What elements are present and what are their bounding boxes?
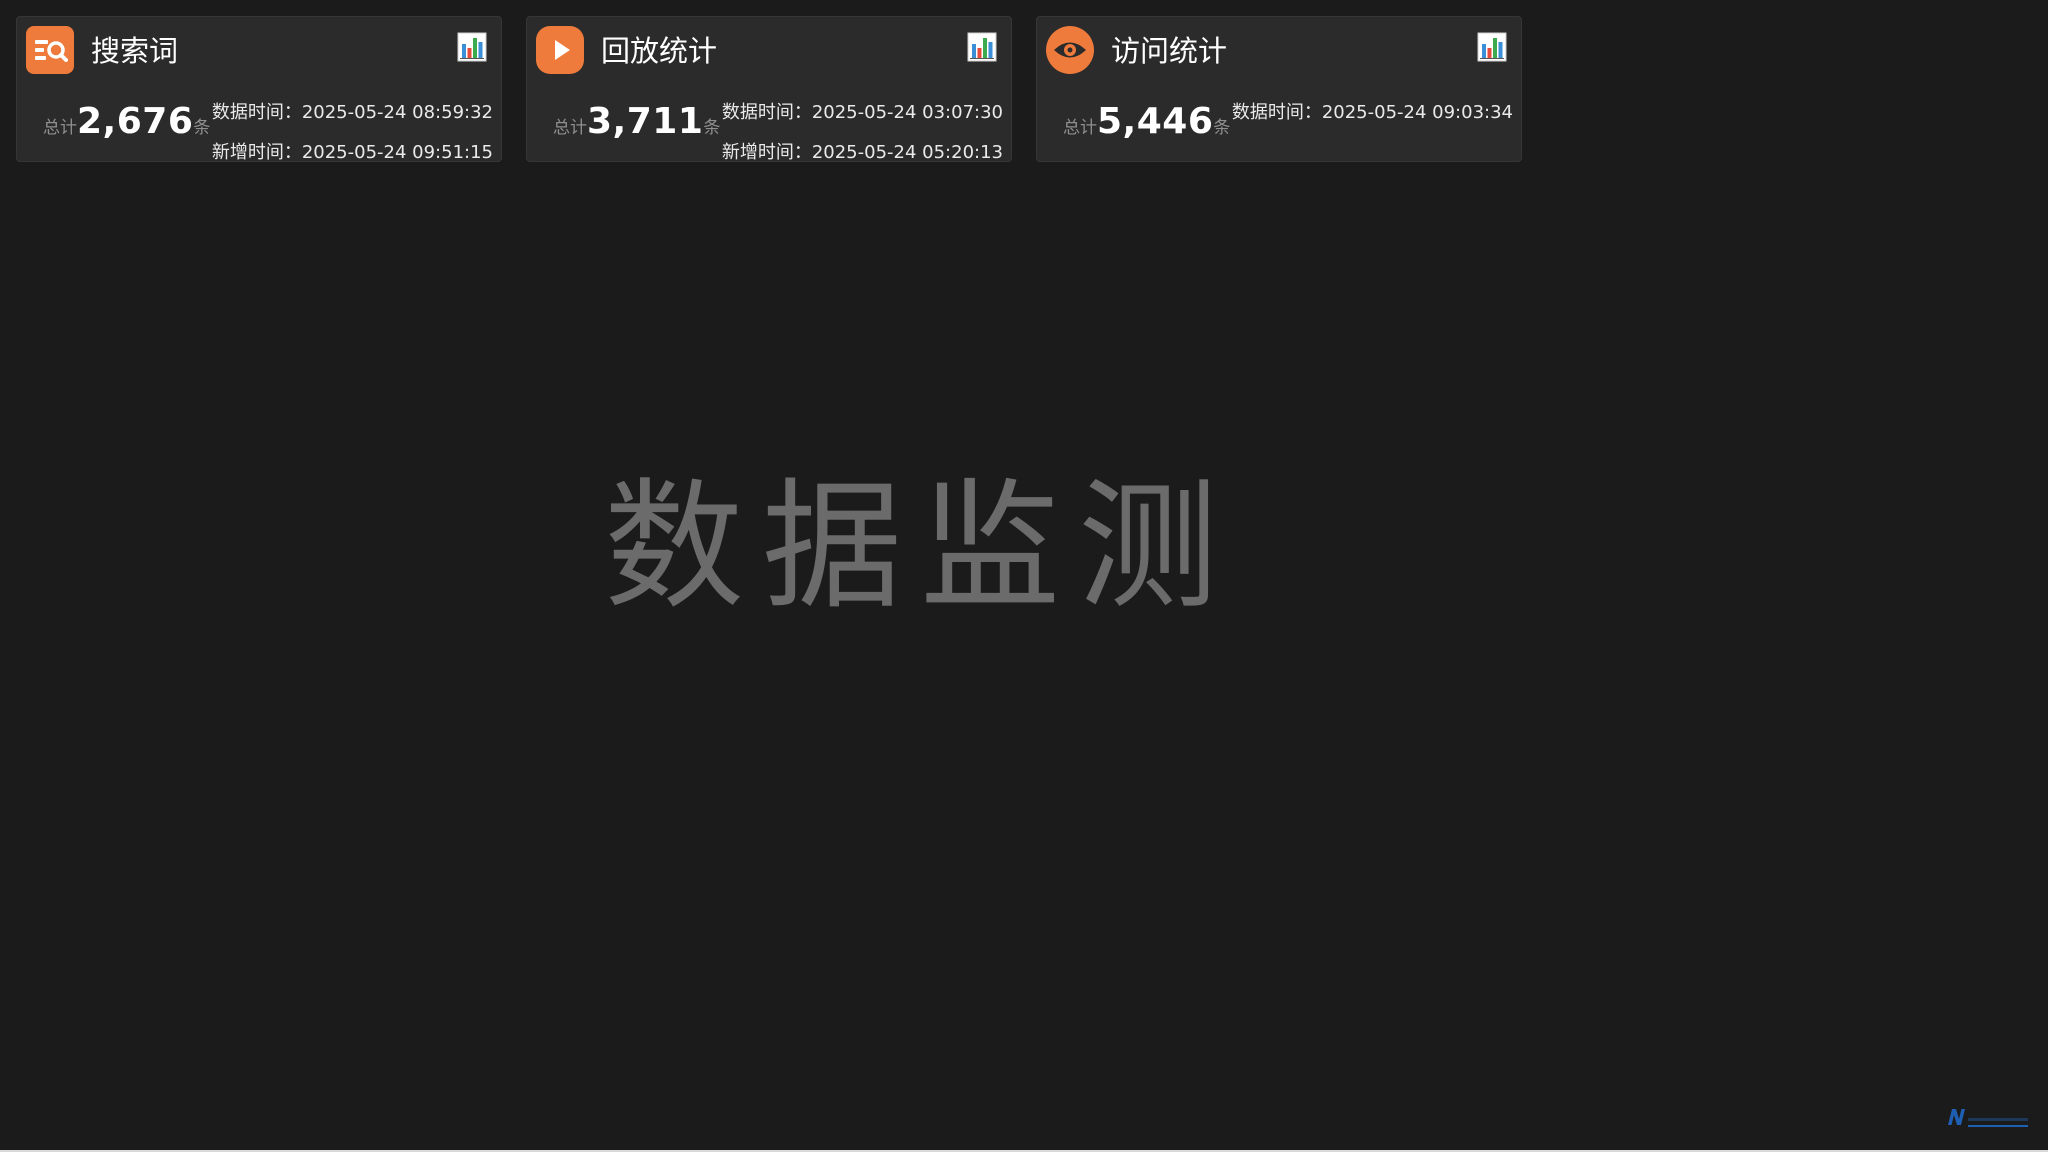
data-time: 数据时间：2025-05-24 09:03:34 [1232, 101, 1513, 125]
total-count: 总计2,676条 [43, 101, 210, 151]
bar-chart-icon[interactable] [457, 32, 487, 62]
bar-chart-icon[interactable] [1477, 32, 1507, 62]
data-time-label: 数据时间： [721, 102, 812, 123]
card-title: 搜索词 [91, 34, 179, 68]
stat-card-playback[interactable]: 回放统计 总计3,711条 数据时间：2025-05-24 03:07:30 新… [526, 16, 1012, 162]
total-label: 总计 [553, 118, 587, 138]
dashboard: 搜索词 总计2,676条 数据时间：2025-05-24 08:59:32 新增… [0, 0, 2048, 1152]
total-count: 总计3,711条 [553, 101, 720, 151]
card-title: 访问统计 [1111, 34, 1228, 68]
new-time-value: 2025-05-24 09:51:15 [301, 142, 493, 162]
data-time-value: 2025-05-24 03:07:30 [811, 102, 1003, 123]
card-title: 回放统计 [601, 34, 718, 68]
watermark-title: 数据监测 [603, 466, 1236, 629]
total-count: 总计5,446条 [1063, 101, 1230, 151]
data-time: 数据时间：2025-05-24 03:07:30 [722, 101, 1003, 125]
data-time-label: 数据时间： [211, 102, 302, 123]
stat-cards: 搜索词 总计2,676条 数据时间：2025-05-24 08:59:32 新增… [16, 16, 1524, 162]
data-time-label: 数据时间： [1231, 102, 1322, 123]
play-icon [536, 26, 584, 74]
new-time: 新增时间：2025-05-24 09:51:15 [211, 141, 493, 162]
new-time-label: 新增时间： [721, 142, 812, 162]
total-value: 5,446 [1097, 101, 1214, 142]
stat-card-search-terms[interactable]: 搜索词 总计2,676条 数据时间：2025-05-24 08:59:32 新增… [16, 16, 502, 162]
total-label: 总计 [1063, 118, 1097, 138]
data-time: 数据时间：2025-05-24 08:59:32 [212, 101, 493, 125]
bar-chart-icon[interactable] [967, 32, 997, 62]
new-time: 新增时间：2025-05-24 05:20:13 [721, 141, 1003, 162]
eye-icon [1046, 26, 1094, 74]
total-unit: 条 [1213, 118, 1231, 138]
search-list-icon [26, 26, 74, 74]
total-value: 2,676 [77, 101, 194, 142]
total-value: 3,711 [587, 101, 704, 142]
stat-card-visits[interactable]: 访问统计 总计5,446条 数据时间：2025-05-24 09:03:34 [1036, 16, 1522, 162]
corner-logo [1946, 1106, 2030, 1130]
new-time-value: 2025-05-24 05:20:13 [811, 142, 1003, 162]
total-unit: 条 [193, 118, 211, 138]
total-label: 总计 [43, 118, 77, 138]
total-unit: 条 [703, 118, 721, 138]
data-time-value: 2025-05-24 09:03:34 [1321, 102, 1513, 123]
data-time-value: 2025-05-24 08:59:32 [301, 102, 493, 123]
new-time-label: 新增时间： [211, 142, 302, 162]
